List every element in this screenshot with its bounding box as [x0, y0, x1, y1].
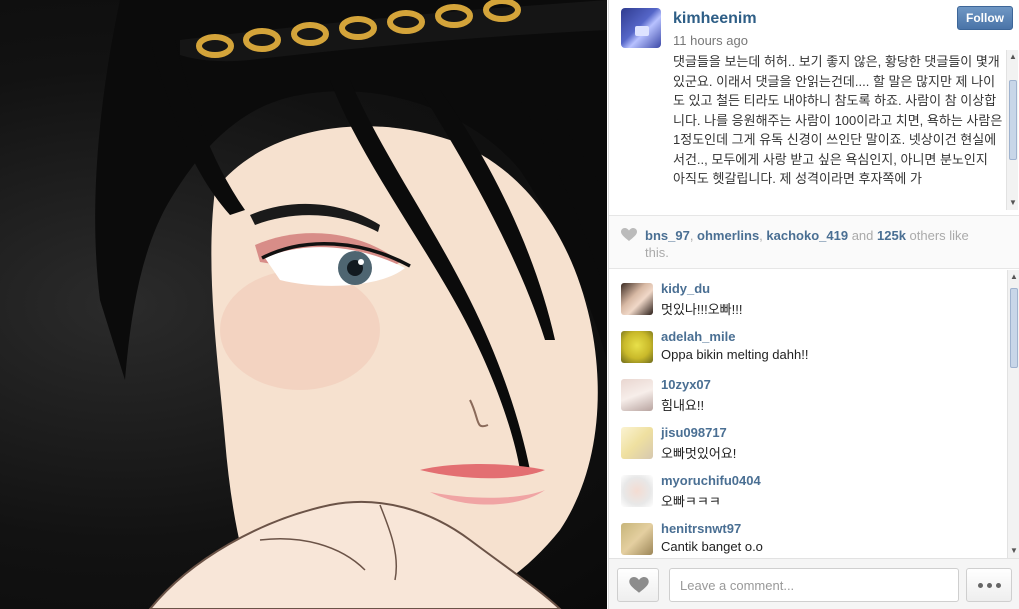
liker-link[interactable]: bns_97	[645, 228, 690, 243]
ellipsis-icon	[995, 583, 1001, 588]
liker-link[interactable]: kachoko_419	[766, 228, 848, 243]
list-item: 10zyx07 힘내요!!	[609, 366, 1007, 414]
more-options-button[interactable]	[966, 568, 1012, 602]
arrow-up-icon[interactable]: ▲	[1008, 51, 1018, 63]
heart-icon	[629, 577, 649, 593]
comment-text: 오빠ㅋㅋㅋ	[661, 494, 721, 509]
list-item: jisu098717 오빠멋있어요!	[609, 414, 1007, 462]
list-item: kidy_du 멋있나!!!오빠!!!	[609, 270, 1007, 318]
comment-text: 오빠멋있어요!	[661, 446, 737, 461]
comments-scrollbar[interactable]: ▲ ▼	[1007, 270, 1019, 558]
comment-input[interactable]	[669, 568, 959, 602]
heart-icon	[621, 228, 637, 241]
comment-username[interactable]: adelah_mile	[661, 329, 735, 344]
comment-text: 멋있나!!!오빠!!!	[661, 302, 743, 317]
comment-username[interactable]: myoruchifu0404	[661, 473, 761, 488]
post-username[interactable]: kimheenim	[673, 10, 757, 28]
comment-text: Oppa bikin melting dahh!!	[661, 347, 809, 362]
comments-scroll-thumb[interactable]	[1010, 288, 1018, 368]
likes-text: bns_97, ohmerlins, kachoko_419 and 125k …	[645, 227, 995, 261]
post-caption: 댓글들을 보는데 허허.. 보기 좋지 않은, 황당한 댓글들이 몇개 있군요.…	[673, 54, 1003, 186]
post-header: kimheenim 11 hours ago Follow 댓글들을 보는데 허…	[609, 0, 1019, 215]
avatar[interactable]	[621, 379, 653, 411]
comment-username[interactable]: henitrsnwt97	[661, 521, 741, 536]
likes-and: and	[848, 228, 877, 243]
avatar[interactable]	[621, 475, 653, 507]
like-button[interactable]	[617, 568, 659, 602]
avatar[interactable]	[621, 331, 653, 363]
liker-link[interactable]: ohmerlins	[697, 228, 759, 243]
list-item: adelah_mile Oppa bikin melting dahh!!	[609, 318, 1007, 366]
likes-count[interactable]: 125k	[877, 228, 906, 243]
comment-username[interactable]: kidy_du	[661, 281, 710, 296]
arrow-up-icon[interactable]: ▲	[1009, 271, 1019, 283]
ellipsis-icon	[977, 583, 983, 588]
illustration-image	[95, 0, 607, 609]
comment-username[interactable]: jisu098717	[661, 425, 727, 440]
comment-list: kidy_du 멋있나!!!오빠!!! adelah_mile Oppa bik…	[609, 270, 1007, 558]
avatar[interactable]	[621, 283, 653, 315]
post-detail-panel: kimheenim 11 hours ago Follow 댓글들을 보는데 허…	[608, 0, 1019, 609]
avatar[interactable]	[621, 523, 653, 555]
comment-footer	[609, 558, 1019, 609]
list-item: myoruchifu0404 오빠ㅋㅋㅋ	[609, 462, 1007, 510]
user-avatar[interactable]	[621, 8, 661, 48]
post-photo[interactable]	[0, 0, 607, 609]
comment-text: 힘내요!!	[661, 398, 705, 413]
list-item: henitrsnwt97 Cantik banget o.o	[609, 510, 1007, 558]
ellipsis-icon	[986, 583, 992, 588]
likes-summary: bns_97, ohmerlins, kachoko_419 and 125k …	[609, 215, 1019, 269]
arrow-down-icon[interactable]: ▼	[1009, 545, 1019, 557]
caption-scroll-thumb[interactable]	[1009, 80, 1017, 160]
comment-text: Cantik banget o.o	[661, 539, 763, 554]
follow-button[interactable]: Follow	[957, 6, 1013, 30]
likes-separator: ,	[689, 228, 698, 243]
caption-scrollbar[interactable]: ▲ ▼	[1006, 50, 1018, 210]
arrow-down-icon[interactable]: ▼	[1008, 197, 1018, 209]
post-timestamp: 11 hours ago	[673, 33, 748, 48]
avatar[interactable]	[621, 427, 653, 459]
comment-username[interactable]: 10zyx07	[661, 377, 711, 392]
